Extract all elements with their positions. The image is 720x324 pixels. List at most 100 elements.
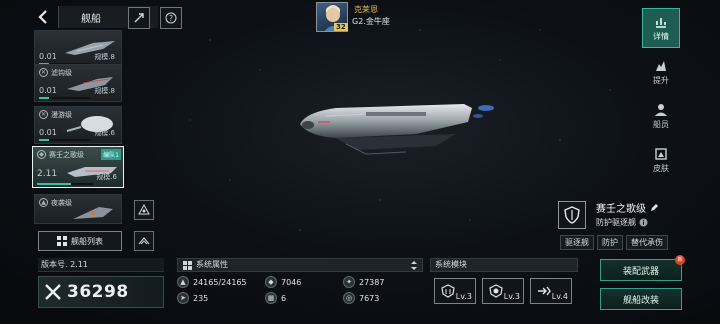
nav-skin-label: 皮肤: [653, 163, 669, 173]
grid-icon: ▦: [265, 292, 277, 304]
ship-card-value: 0.01: [39, 52, 57, 61]
modify-ship-label: 舰船改装: [622, 295, 659, 306]
ship-role: 防护驱逐舰: [596, 217, 648, 228]
module-level: Lv.4: [551, 292, 568, 301]
ship-card-tier: 规模.6: [96, 173, 117, 181]
shield-icon: [564, 206, 580, 224]
ship-card-progress: [39, 139, 91, 141]
ship-tag: 替代承伤: [626, 235, 668, 250]
ship-card-progress: [37, 183, 93, 185]
stat-value: 235: [193, 293, 209, 303]
modify-ship-button[interactable]: 舰船改装: [600, 288, 682, 310]
info-icon[interactable]: [639, 218, 648, 227]
nav-crew[interactable]: 船员: [642, 96, 680, 136]
new-badge: 新: [675, 255, 685, 265]
ship-card-tier: 规模.8: [94, 87, 115, 95]
ship-card-progress: [39, 97, 91, 99]
nav-details[interactable]: 详情: [642, 8, 680, 48]
ship-name: 赛壬之歌级: [596, 200, 659, 215]
ship-card[interactable]: ✕ 滤钩级 0.01 规模.8: [34, 64, 122, 102]
stats-title: 系统属性: [196, 260, 228, 269]
nav-upgrade[interactable]: 提升: [642, 52, 680, 92]
stats-header[interactable]: 系统属性: [177, 258, 423, 272]
engine-module-icon: [538, 286, 551, 296]
expand-icon: [411, 261, 417, 270]
grid-icon: [183, 261, 192, 270]
commander-rank: G2.金牛座: [352, 17, 390, 26]
formation-icon: [138, 204, 150, 215]
skin-icon: [655, 147, 667, 160]
stat-value: 6: [281, 293, 287, 303]
stat-energy: ◎ 7673: [343, 292, 421, 304]
ship-icon: [134, 13, 144, 23]
stat-value: 7046: [281, 277, 302, 287]
ship-card[interactable]: 0.01 规模.8: [34, 30, 122, 68]
ship-role-text: 防护驱逐舰: [596, 218, 636, 227]
system-stats-panel: 系统属性 ▲ 24165/24165 ◆ 7046 ✦ 27387 ➤ 235 ▦ 6 ◎…: [177, 258, 423, 310]
ship-name-text: 赛壬之歌级: [596, 204, 646, 215]
back-button[interactable]: [34, 8, 54, 26]
module-level: Lv.3: [503, 292, 520, 301]
nav-details-label: 详情: [653, 31, 669, 41]
ship-filter-button[interactable]: [128, 7, 150, 29]
armor-icon: ▲: [177, 276, 189, 288]
equip-weapon-button[interactable]: 装配武器 新: [600, 255, 685, 281]
list-grid-icon: [57, 236, 67, 246]
module-defense[interactable]: Lv.3: [482, 278, 524, 304]
page-title-text: 舰船: [81, 13, 101, 25]
ship-card-value: 2.11: [37, 169, 58, 179]
svg-text:?: ?: [169, 14, 173, 23]
ship-card-selected[interactable]: ◆ 赛壬之歌级 编队1 2.11 规模.6: [32, 146, 124, 188]
module-weapon[interactable]: Lv.3: [434, 278, 476, 304]
upgrade-icon: [656, 60, 666, 71]
formation-button[interactable]: [134, 200, 154, 220]
ship-thumbnail-icon: [73, 207, 113, 219]
system-modules-panel: 系统模块 Lv.3 Lv.3 Lv.4: [430, 258, 578, 310]
ship-list-button[interactable]: 舰船列表: [38, 231, 122, 251]
fleet-icon: ▲: [39, 198, 48, 207]
wing-icon: [138, 237, 150, 245]
locked-icon: ✕: [39, 110, 48, 119]
nav-skin[interactable]: 皮肤: [642, 140, 680, 180]
edit-pencil-icon[interactable]: [650, 203, 659, 212]
attack-icon: ✦: [343, 276, 355, 288]
ship-card[interactable]: ✕ 漫游级 0.01 规模.6: [34, 106, 122, 144]
stat-shield: ◆ 7046: [265, 276, 343, 288]
speed-icon: ➤: [177, 292, 189, 304]
module-engine[interactable]: Lv.4: [530, 278, 572, 304]
stat-grid: ▦ 6: [265, 292, 343, 304]
right-nav: 详情 提升 船员 皮肤: [642, 8, 680, 184]
details-icon: [656, 17, 666, 28]
nav-crew-label: 船员: [653, 119, 669, 129]
module-level: Lv.3: [455, 292, 472, 301]
ship-card-tier: 规模.8: [94, 53, 115, 61]
locked-icon: ✕: [39, 68, 48, 77]
ship-model[interactable]: [296, 94, 496, 158]
commander-name: 克莱恩: [354, 5, 378, 14]
version-label: 版本号. 2.11: [38, 258, 164, 272]
ship-card[interactable]: ▲ 夜袭级: [34, 194, 122, 224]
ship-class-badge: [558, 201, 586, 229]
shield-class-icon: ◆: [37, 150, 46, 159]
shield-icon: ◆: [265, 276, 277, 288]
stat-value: 27387: [359, 277, 385, 287]
stat-armor: ▲ 24165/24165: [177, 276, 265, 288]
ship-tags: 驱逐舰 防护 替代承伤: [560, 235, 668, 250]
weapon-module-icon: [441, 284, 455, 298]
help-button[interactable]: ?: [160, 7, 182, 29]
ship-tag: 驱逐舰: [560, 235, 594, 250]
power-rating: 36298: [38, 276, 164, 308]
defense-module-icon: [489, 284, 503, 298]
commander-level: 32: [334, 23, 348, 31]
ship-list-label: 舰船列表: [71, 236, 103, 246]
power-value: 36298: [67, 282, 129, 302]
crossed-swords-icon: [45, 284, 61, 300]
stat-value: 7673: [359, 293, 380, 303]
stat-value: 24165/24165: [193, 277, 247, 287]
energy-icon: ◎: [343, 292, 355, 304]
fleet-config-button[interactable]: [134, 231, 154, 251]
ship-tag: 防护: [597, 235, 623, 250]
stat-attack: ✦ 27387: [343, 276, 421, 288]
ship-card-value: 0.01: [39, 86, 57, 95]
ship-card-value: 0.01: [39, 128, 57, 137]
